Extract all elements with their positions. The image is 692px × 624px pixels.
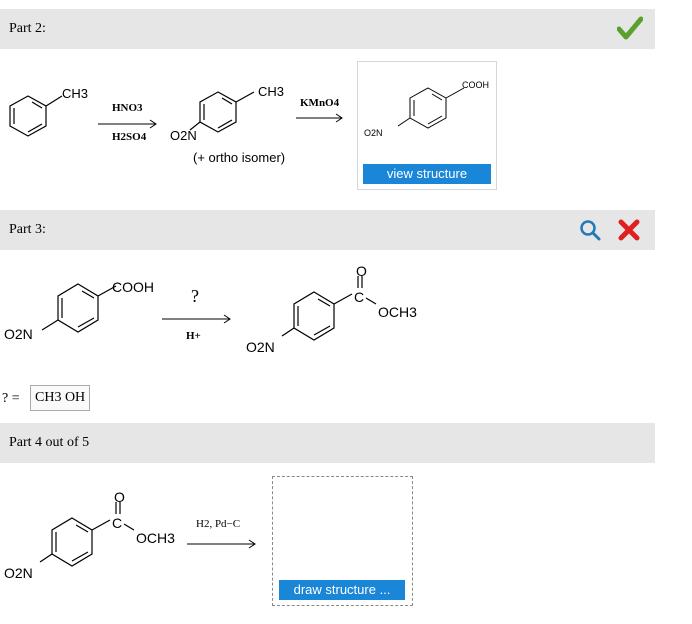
- reagent-hno3: HNO3: [112, 102, 143, 114]
- checkmark-icon: [617, 16, 643, 40]
- toluene-ch3: CH3: [62, 86, 89, 101]
- answer-cooh: COOH: [462, 80, 489, 90]
- part3-header: Part 3:: [0, 210, 655, 250]
- answer-prefix: ? =: [2, 391, 20, 406]
- ortho-isomer-note: (+ ortho isomer): [193, 150, 286, 165]
- unknown-reagent: ?: [191, 286, 199, 306]
- reactant-cooh: COOH: [112, 279, 154, 295]
- reactant-nitro: O2N: [4, 565, 33, 581]
- p-nitrotoluene-nitro: O2N: [170, 128, 197, 143]
- reactant-c: C: [112, 515, 123, 531]
- reaction-arrow-2: [296, 113, 343, 123]
- reagent-kmno4: KMnO4: [300, 97, 340, 109]
- x-mark-icon[interactable]: [616, 217, 642, 243]
- part2-header: Part 2:: [0, 9, 655, 49]
- part2-answer-panel: COOH O2N view structure: [357, 61, 497, 190]
- product-c: C: [354, 289, 365, 305]
- reactant-nitro: O2N: [4, 326, 33, 342]
- p-nitrotoluene-ch3: CH3: [258, 84, 285, 99]
- reactant-carbonyl-o: O: [114, 489, 125, 505]
- reagent-h2-pdc: H2, Pd−C: [196, 518, 241, 530]
- view-structure-button[interactable]: view structure: [363, 164, 491, 184]
- part2-title: Part 2:: [9, 21, 46, 36]
- answer-methanol-field[interactable]: CH3 OH: [30, 385, 91, 411]
- part3-title: Part 3:: [9, 222, 46, 237]
- reaction-arrow-1: [98, 119, 157, 129]
- part4-title: Part 4 out of 5: [9, 435, 90, 450]
- reagent-h2so4: H2SO4: [112, 131, 147, 143]
- reaction-arrow-4: [187, 539, 256, 549]
- magnifier-icon[interactable]: [578, 218, 602, 242]
- part4-header: Part 4 out of 5: [0, 423, 655, 463]
- draw-structure-button[interactable]: draw structure ...: [279, 580, 405, 600]
- reactant-och3: OCH3: [136, 530, 175, 546]
- product-och3: OCH3: [378, 304, 417, 320]
- reaction-arrow-3: [162, 314, 231, 324]
- catalyst-h-plus: H+: [186, 330, 201, 342]
- answer-nitro: O2N: [364, 128, 383, 138]
- product-nitro: O2N: [246, 339, 275, 355]
- draw-structure-area[interactable]: draw structure ...: [272, 476, 413, 606]
- product-carbonyl-o: O: [356, 263, 367, 279]
